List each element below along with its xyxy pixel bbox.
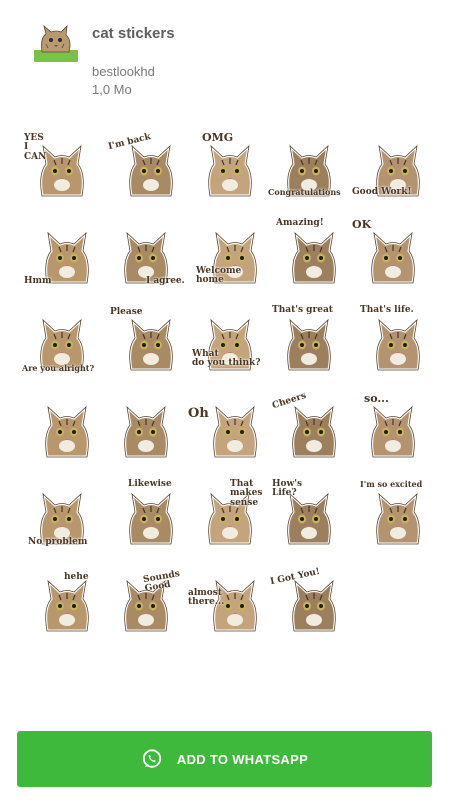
cat-likewise-icon	[128, 489, 174, 546]
sticker-cat-thats-life[interactable]: That's life.	[350, 304, 432, 391]
sticker-caption: OMG	[202, 131, 234, 144]
sticker-caption: Please	[110, 307, 143, 317]
sticker-caption: That's great	[272, 305, 333, 315]
pack-size: 1,0 Mo	[92, 82, 132, 97]
sticker-cat-no-problem[interactable]: No problem	[22, 478, 104, 565]
sticker-caption: What do you think?	[192, 349, 261, 369]
sticker-caption: Hmm	[24, 276, 52, 286]
cat-ok-sign-icon	[370, 228, 416, 285]
pack-title: cat stickers	[92, 25, 175, 42]
sticker-cat-congratulations[interactable]: Congratulations	[268, 130, 350, 217]
sticker-cat-sounds-good[interactable]: Sounds Good	[104, 565, 186, 652]
sticker-caption: I agree.	[146, 276, 185, 286]
cat-thats-great-icon	[286, 315, 332, 372]
sticker-caption: hehe	[64, 572, 89, 582]
sticker-caption: Good Work!	[352, 187, 412, 197]
sticker-caption: That makes sense	[230, 479, 263, 508]
sticker-cat-oh[interactable]: Oh	[186, 391, 268, 478]
sticker-cat-welcome-home[interactable]: Welcome home	[186, 217, 268, 304]
cat-omg-icon	[207, 141, 253, 198]
sticker-caption: Are you alright?	[22, 363, 95, 373]
sticker-cat-please[interactable]: Please	[104, 304, 186, 391]
cat-sticker-icon	[34, 22, 78, 64]
sticker-cat-hehe[interactable]: hehe	[22, 565, 104, 652]
sticker-cat-so[interactable]: so...	[350, 391, 432, 478]
cat-so-icon	[370, 402, 416, 459]
cat-amazing-icon	[291, 228, 337, 285]
sticker-cat-that-makes-sense[interactable]: That makes sense	[186, 478, 268, 565]
sticker-cat-omg[interactable]: OMG	[186, 130, 268, 217]
sticker-cat-hmm[interactable]: Hmm	[22, 217, 104, 304]
add-to-whatsapp-label: ADD TO WHATSAPP	[176, 751, 309, 767]
sticker-cat-cheers[interactable]: Cheers	[268, 391, 350, 478]
sticker-caption: That's life.	[360, 305, 414, 315]
cat-please-icon	[128, 315, 174, 372]
sticker-caption: OK	[352, 218, 372, 231]
sticker-caption: Oh	[188, 406, 209, 421]
sticker-cat-surprised[interactable]	[22, 391, 104, 478]
sticker-cat-amazing[interactable]: Amazing!	[268, 217, 350, 304]
sticker-caption: Likewise	[128, 479, 172, 489]
sticker-caption: so...	[364, 392, 389, 405]
sticker-caption: Congratulations	[268, 187, 341, 197]
sticker-caption: No problem	[28, 537, 88, 547]
sticker-cat-im-back[interactable]: I'm back	[104, 130, 186, 217]
sticker-caption: I'm so excited	[360, 479, 423, 489]
sticker-cat-fire-breath[interactable]	[104, 391, 186, 478]
sticker-cat-i-agree[interactable]: I agree.	[104, 217, 186, 304]
cat-surprised-icon	[44, 402, 90, 459]
sticker-caption: YES I CAN	[24, 133, 47, 162]
sticker-caption: How's Life?	[272, 479, 303, 499]
sticker-cat-good-work[interactable]: Good Work!	[350, 130, 432, 217]
sticker-cat-almost-there[interactable]: almost there...	[186, 565, 268, 652]
pack-header: cat stickers bestlookhd 1,0 Mo	[0, 0, 449, 110]
sticker-cat-likewise[interactable]: Likewise	[104, 478, 186, 565]
sticker-cat-yes-i-can[interactable]: YES I CAN	[22, 130, 104, 217]
sticker-cat-thats-great[interactable]: That's great	[268, 304, 350, 391]
sticker-cat-hows-life[interactable]: How's Life?	[268, 478, 350, 565]
cat-thats-life-icon	[375, 315, 421, 372]
sticker-caption: almost there...	[188, 588, 225, 608]
cat-im-so-excited-icon	[375, 489, 421, 546]
sticker-cat-im-so-excited[interactable]: I'm so excited	[350, 478, 432, 565]
sticker-cat-are-you-alright[interactable]: Are you alright?	[22, 304, 104, 391]
whatsapp-icon	[141, 748, 163, 770]
sticker-cat-what-do-you-think[interactable]: What do you think?	[186, 304, 268, 391]
add-to-whatsapp-button[interactable]: ADD TO WHATSAPP	[17, 731, 432, 787]
sticker-caption: Amazing!	[276, 218, 324, 228]
pack-author: bestlookhd	[92, 64, 155, 79]
sticker-cat-ok-sign[interactable]: OK	[350, 217, 432, 304]
sticker-cat-i-got-you[interactable]: I Got You!	[268, 565, 350, 652]
sticker-grid: YES I CAN I'm back OMG Congratulations Good …	[22, 130, 432, 652]
sticker-caption: Welcome home	[196, 266, 242, 286]
cat-fire-breath-icon	[123, 402, 169, 459]
